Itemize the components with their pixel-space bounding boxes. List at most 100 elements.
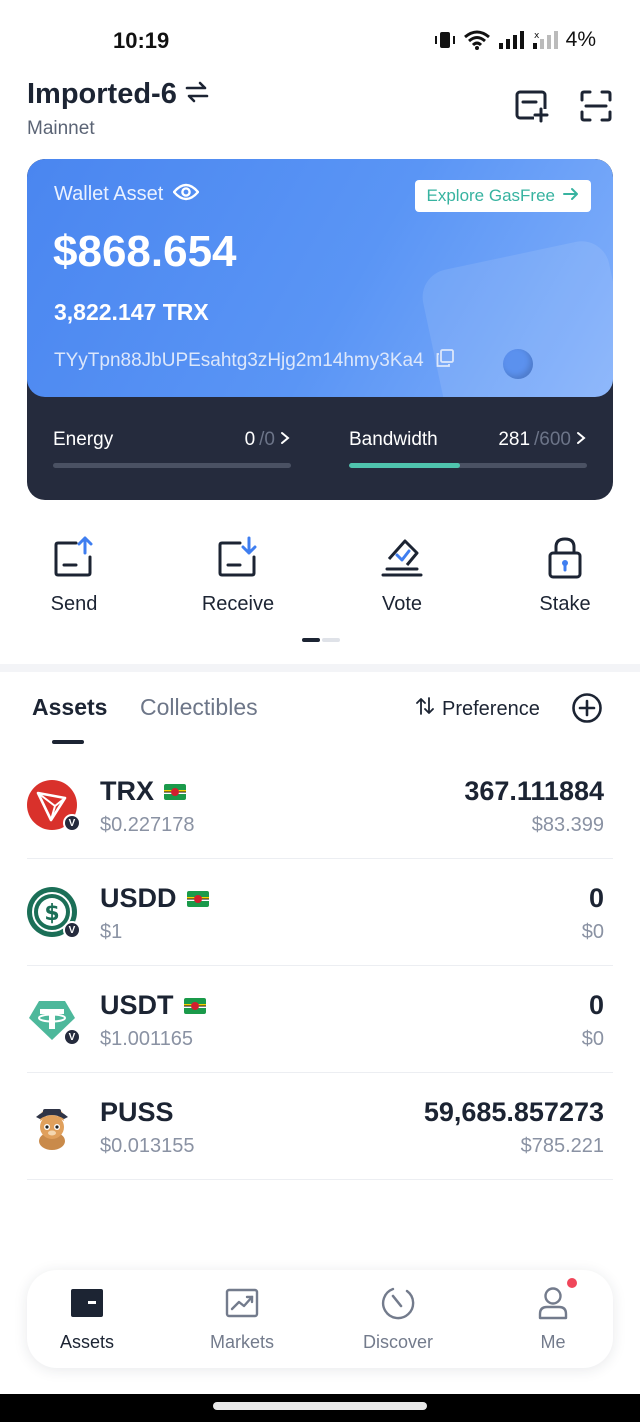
bandwidth-resource[interactable]: Bandwidth 281/600: [349, 429, 587, 468]
token-symbol: TRX: [100, 776, 154, 806]
add-wallet-button[interactable]: [512, 88, 552, 128]
stake-label: Stake: [539, 593, 591, 615]
nav-me[interactable]: Me: [493, 1286, 613, 1353]
send-icon: [52, 535, 96, 584]
token-price: $1: [100, 921, 123, 943]
wallet-asset-title: Wallet Asset: [54, 183, 200, 206]
token-amount: 59,685.857273: [423, 1097, 604, 1127]
wallet-address: TYyTpn88JbUPEsahtg3zHjg2m14hmy3Ka4: [54, 349, 424, 371]
vote-label: Vote: [381, 593, 423, 615]
active-tab-indicator: [52, 740, 84, 744]
energy-value: 0/0: [245, 429, 291, 451]
trx-balance: 3,822.147 TRX: [54, 299, 209, 325]
notification-dot: [567, 1278, 577, 1288]
add-token-button[interactable]: [571, 692, 603, 724]
flag-icon: [164, 783, 186, 800]
battery-label: 4%: [565, 28, 596, 51]
copy-icon[interactable]: [436, 349, 454, 372]
preference-button[interactable]: Preference: [416, 696, 540, 722]
token-price: $0.013155: [100, 1135, 195, 1157]
energy-bar: [53, 463, 291, 468]
nav-markets[interactable]: Markets: [182, 1286, 302, 1353]
vibrate-icon: [434, 30, 456, 50]
wallet-card-balance: Wallet Asset Explore GasFree $868.654 3,…: [27, 159, 613, 397]
verified-badge: V: [63, 814, 81, 832]
pager-dot: [322, 638, 340, 642]
energy-resource[interactable]: Energy 0/0: [53, 429, 291, 468]
bottom-nav: Assets Markets Discover Me: [27, 1270, 613, 1368]
wallet-address-row[interactable]: TYyTpn88JbUPEsahtg3zHjg2m14hmy3Ka4: [54, 349, 454, 372]
tab-collectibles[interactable]: Collectibles: [140, 694, 258, 721]
wallet-asset-label: Wallet Asset: [54, 183, 164, 205]
token-amount: 0: [588, 883, 604, 913]
flag-icon: [186, 890, 209, 907]
verified-badge: V: [63, 1028, 81, 1046]
network-label: Mainnet: [27, 118, 95, 139]
token-symbol: USDD: [100, 883, 177, 913]
token-symbol: USDT: [100, 990, 174, 1020]
energy-used: 0: [244, 429, 256, 450]
arrow-right-icon: [563, 186, 579, 206]
signal-weak-icon: x: [532, 30, 558, 50]
wallet-card: Wallet Asset Explore GasFree $868.654 3,…: [27, 159, 613, 500]
vote-icon: [379, 535, 425, 584]
svg-text:$: $: [44, 901, 59, 926]
token-amount: 367.111884: [464, 776, 604, 806]
token-value: $785.221: [520, 1135, 604, 1157]
nav-discover[interactable]: Discover: [338, 1286, 458, 1353]
eye-icon[interactable]: [172, 183, 200, 206]
energy-label: Energy: [53, 429, 114, 450]
svg-text:x: x: [534, 31, 540, 41]
bandwidth-label: Bandwidth: [349, 429, 438, 450]
nav-assets-label: Assets: [59, 1332, 115, 1352]
token-row-usdt[interactable]: V USDT $1.001165 0 $0: [27, 966, 613, 1073]
token-row-trx[interactable]: V TRX $0.227178 367.111884 $83.399: [27, 752, 613, 859]
token-amount: 0: [588, 990, 604, 1020]
token-symbol: PUSS: [100, 1097, 174, 1127]
token-row-puss[interactable]: PUSS $0.013155 59,685.857273 $785.221: [27, 1073, 613, 1180]
explore-gasfree-button[interactable]: Explore GasFree: [414, 180, 591, 212]
receive-button[interactable]: Receive: [178, 535, 298, 616]
scan-icon: [579, 89, 613, 128]
verified-badge: V: [63, 921, 81, 939]
sort-arrows-icon: [416, 696, 434, 722]
chevron-right-icon: [575, 429, 587, 451]
plus-circle-icon: [571, 693, 603, 728]
section-divider: [0, 664, 640, 672]
token-value: $0: [581, 1028, 604, 1050]
pager-dot-active: [302, 638, 320, 642]
token-list: V TRX $0.227178 367.111884 $83.399 $ V U…: [27, 752, 613, 1180]
nav-discover-label: Discover: [362, 1332, 433, 1352]
bandwidth-bar: [349, 463, 587, 468]
send-label: Send: [50, 593, 98, 615]
bandwidth-used: 281: [498, 429, 531, 450]
signal-icon: [498, 30, 524, 50]
wallet-name: Imported-6: [27, 78, 177, 110]
send-button[interactable]: Send: [14, 535, 134, 616]
receive-icon: [216, 535, 260, 584]
nav-markets-label: Markets: [209, 1332, 274, 1352]
token-value: $83.399: [531, 814, 604, 836]
quick-actions: Send Receive Vote Stake: [0, 535, 640, 630]
wallet-switcher[interactable]: Imported-6: [27, 78, 209, 111]
status-bar: 10:19 x 4%: [0, 0, 640, 80]
switch-arrows-icon: [185, 81, 209, 108]
bandwidth-value: 281/600: [498, 429, 587, 451]
gesture-bar[interactable]: [213, 1402, 427, 1410]
chevron-right-icon: [279, 429, 291, 451]
token-price: $0.227178: [100, 814, 195, 836]
usd-balance: $868.654: [53, 227, 237, 276]
wallet-icon: [70, 1288, 104, 1323]
actions-pager: [302, 638, 340, 642]
token-row-usdd[interactable]: $ V USDD $1 0 $0: [27, 859, 613, 966]
bandwidth-bar-fill: [349, 463, 461, 468]
flag-icon: [183, 997, 206, 1014]
explore-gasfree-label: Explore GasFree: [426, 186, 556, 205]
nav-assets[interactable]: Assets: [27, 1286, 147, 1353]
stake-button[interactable]: Stake: [505, 535, 625, 616]
energy-total: /0: [259, 429, 275, 450]
status-time: 10:19: [113, 28, 170, 53]
tab-assets[interactable]: Assets: [32, 694, 107, 721]
scan-button[interactable]: [576, 88, 616, 128]
vote-button[interactable]: Vote: [342, 535, 462, 616]
